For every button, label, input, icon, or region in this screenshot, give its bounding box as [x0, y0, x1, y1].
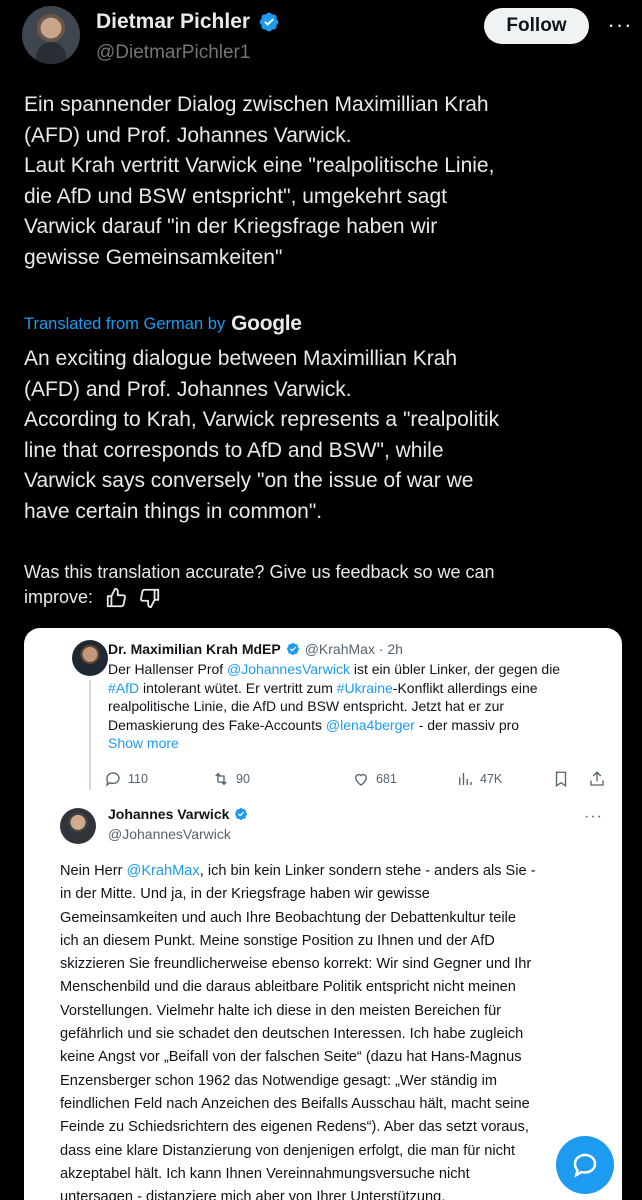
views-icon — [459, 773, 472, 785]
krah-tweet-text: Der Hallenser Prof @JohannesVarwick ist … — [108, 660, 608, 753]
original-line: gewisse Gemeinsamkeiten" — [24, 245, 283, 269]
text-span: Der Hallenser Prof — [108, 661, 228, 677]
varwick-header: Johannes Varwick — [108, 806, 248, 822]
krah-name: Dr. Maximilian Krah MdEP — [108, 641, 281, 657]
share-action — [588, 770, 606, 788]
varwick-avatar — [60, 808, 96, 844]
translated-from-label: Translated from German by — [24, 314, 226, 333]
varwick-line: in der Mitte. Und ja, in der Kriegsfrage… — [60, 886, 430, 903]
original-line: Ein spannender Dialog zwischen Maximilli… — [24, 93, 489, 116]
text-span: Nein Herr — [60, 863, 127, 879]
thumbs-down-icon[interactable] — [139, 587, 161, 609]
varwick-line: akzeptabel hält. Ich kann Ihnen Vereinna… — [60, 1165, 470, 1182]
varwick-line: untersagen - distanziere mich aber von I… — [60, 1189, 446, 1200]
translated-line: Varwick says conversely "on the issue of… — [24, 469, 474, 492]
varwick-tweet-text: Nein Herr @KrahMax, ich bin kein Linker … — [60, 860, 620, 1200]
reply-action: 110 — [104, 770, 148, 788]
text-span: intolerant wütet. Er vertritt zum — [139, 679, 337, 696]
text-span: - der massiv pro — [414, 716, 520, 733]
thumbs-up-icon[interactable] — [105, 587, 127, 609]
translated-line: have certain things in common". — [24, 499, 323, 523]
varwick-line: skizzieren Sie freundlicherweise ebenso … — [60, 956, 532, 973]
krah-avatar — [72, 640, 108, 676]
varwick-name: Johannes Varwick — [108, 806, 230, 822]
author-display-name[interactable]: Dietmar Pichler — [96, 10, 250, 34]
translated-line: According to Krah, Varwick represents a … — [24, 408, 500, 431]
varwick-line: Vorstellungen. Vielmehr halte ich diese … — [60, 1002, 502, 1019]
follow-button[interactable]: Follow — [484, 8, 589, 44]
original-line: (AFD) und Prof. Johannes Varwick. — [24, 123, 352, 147]
more-icon[interactable]: ··· — [607, 12, 633, 38]
varwick-line: dass eine klare Distanzierung von denjen… — [60, 1142, 516, 1159]
varwick-line: Nein Herr @KrahMax, ich bin kein Linker … — [60, 860, 620, 883]
translated-line: An exciting dialogue between Maximillian… — [24, 347, 458, 370]
mention-link: @JohannesVarwick — [227, 661, 350, 677]
varwick-line: ich an diesem Punkt. Meine sonstige Posi… — [60, 932, 495, 949]
text-span: ist ein übler Linker, der gegen die — [349, 661, 561, 677]
mention-link: @lena4berger — [325, 716, 415, 733]
feedback-question: Was this translation accurate? Give us f… — [24, 562, 495, 582]
hashtag-link: #AfD — [108, 679, 140, 696]
text-span: , ich bin kein Linker sondern stehe - an… — [199, 863, 536, 879]
views-action: 47K — [456, 770, 502, 788]
translated-line: (AFD) and Prof. Johannes Varwick. — [24, 377, 352, 401]
verified-badge-icon — [235, 808, 248, 820]
krah-header: Dr. Maximilian Krah MdEP @KrahMax · 2h — [108, 641, 403, 657]
embedded-screenshot[interactable]: Dr. Maximilian Krah MdEP @KrahMax · 2h D… — [24, 628, 622, 1200]
mention-link: @KrahMax — [126, 863, 200, 879]
varwick-line: Feinde zu Schiedsrichtern des eigenen Re… — [60, 1119, 529, 1136]
feedback-row: improve: — [24, 585, 624, 610]
krah-line: #AfD intolerant wütet. Er vertritt zum #… — [108, 679, 608, 698]
krah-line: Der Hallenser Prof @JohannesVarwick ist … — [108, 660, 608, 679]
varwick-handle: @JohannesVarwick — [108, 826, 231, 842]
share-icon — [590, 771, 604, 786]
original-line: Varwick darauf "in der Kriegsfrage haben… — [24, 215, 438, 238]
chat-button[interactable] — [556, 1136, 614, 1194]
krah-line: realpolitische Linie, die AfD und BSW en… — [108, 698, 505, 714]
varwick-line: feindlichen Feld nach Anzeichen des Beif… — [60, 1095, 530, 1112]
like-icon — [355, 773, 367, 786]
tweet-original-text: Ein spannender Dialog zwischen Maximilli… — [24, 90, 624, 273]
bookmark-icon — [555, 771, 567, 788]
text-span: -Konflikt allerdings eine — [392, 679, 538, 696]
repost-icon — [215, 772, 227, 786]
tweet-header: Dietmar Pichler @DietmarPichler1 Follow … — [0, 0, 642, 80]
author-handle[interactable]: @DietmarPichler1 — [96, 42, 250, 64]
varwick-line: Gemeinsamkeiten und auch Ihre Beobachtun… — [60, 909, 516, 926]
repost-count: 90 — [236, 772, 250, 786]
translation-feedback: Was this translation accurate? Give us f… — [24, 560, 624, 610]
varwick-line: Enzensberger schon 1962 das Notwendige g… — [60, 1072, 497, 1089]
chat-bubble-icon — [573, 1153, 597, 1178]
varwick-line: gefährlich und sie schadet den deutschen… — [60, 1026, 524, 1043]
repost-action: 90 — [212, 770, 250, 788]
reply-count: 110 — [128, 772, 148, 786]
translated-line: line that corresponds to AfD and BSW", w… — [24, 438, 444, 462]
reply-icon — [105, 772, 120, 787]
google-logo: Google — [231, 312, 302, 335]
hashtag-link: #Ukraine — [336, 679, 393, 696]
thread-line — [89, 680, 91, 790]
more-icon: ··· — [584, 808, 603, 825]
krah-action-bar: 110 90 681 47K — [104, 770, 614, 790]
varwick-line: Menschenbild und die daraus ableitbare P… — [60, 979, 516, 996]
translation-attribution[interactable]: Translated from German by Google — [24, 312, 302, 336]
author-avatar[interactable] — [22, 6, 80, 64]
original-line: Laut Krah vertritt Varwick eine "realpol… — [24, 154, 495, 177]
views-count: 47K — [480, 772, 503, 786]
original-line: die AfD und BSW entspricht", umgekehrt s… — [24, 184, 447, 208]
text-span: Demaskierung des Fake-Accounts — [108, 716, 326, 733]
like-count: 681 — [376, 772, 397, 786]
verified-badge-icon — [286, 643, 299, 655]
feedback-improve-label: improve: — [24, 587, 94, 607]
varwick-line: keine Angst vor „Beifall von der falsche… — [60, 1049, 522, 1066]
verified-badge-icon — [259, 12, 279, 32]
krah-line: Demaskierung des Fake-Accounts @lena4ber… — [108, 716, 608, 735]
krah-handle-time: @KrahMax · 2h — [304, 641, 403, 657]
show-more-link: Show more — [108, 735, 179, 751]
like-action: 681 — [352, 770, 397, 788]
bookmark-action — [552, 770, 570, 788]
tweet-translated-text: An exciting dialogue between Maximillian… — [24, 344, 634, 527]
author-name-row: Dietmar Pichler — [96, 10, 280, 34]
